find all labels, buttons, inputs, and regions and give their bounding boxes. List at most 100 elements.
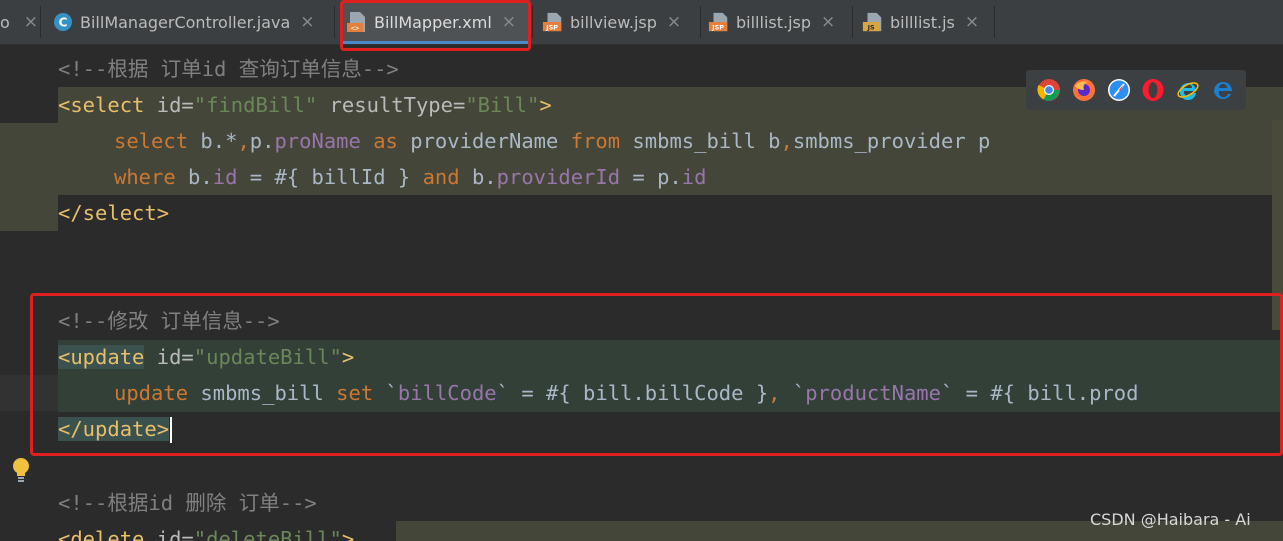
code-line: where b.id = #{ billId } and b.providerI… — [114, 159, 706, 195]
java-class-icon: C — [52, 11, 74, 33]
opera-icon[interactable] — [1141, 78, 1165, 102]
sql-keyword: from — [570, 129, 621, 153]
tab-o[interactable]: o × — [0, 0, 38, 44]
tab-divider — [532, 6, 533, 38]
code-line: </update> — [58, 411, 173, 447]
editor-tab-bar: o × C BillManagerController.java × <> Bi… — [0, 0, 1283, 45]
sql-text: b. — [459, 165, 497, 189]
sql-keyword: where — [114, 165, 176, 189]
xml-value: "deleteBill" — [193, 527, 342, 541]
safari-icon[interactable] — [1107, 78, 1131, 102]
code-line: select b.*,p.proName as providerName fro… — [114, 123, 990, 159]
sql-text: smbms_provider p — [792, 129, 991, 153]
sql-field: providerId — [496, 165, 621, 189]
text-cursor — [170, 417, 173, 443]
jsp-file-icon: JSP — [542, 11, 564, 33]
tab-label: BillMapper.xml — [374, 12, 492, 32]
sql-field: proName — [274, 129, 361, 153]
lightbulb-icon[interactable] — [10, 457, 32, 487]
sql-punct: , — [768, 381, 781, 405]
svg-text:JS: JS — [867, 23, 875, 31]
close-icon[interactable]: × — [24, 12, 38, 32]
tab-billlist-jsp[interactable]: JSP billlist.jsp × — [708, 0, 852, 44]
sql-text: smbms_bill — [188, 381, 337, 405]
code-line: <update id="updateBill"> — [58, 339, 354, 375]
active-tab-indicator — [342, 41, 530, 44]
sql-text: b.* — [188, 129, 238, 153]
close-icon[interactable]: × — [502, 12, 516, 32]
xml-value: "findBill" — [193, 93, 318, 117]
sql-keyword: set — [336, 381, 374, 405]
edge-icon[interactable] — [1211, 78, 1235, 102]
xml-tag: <update — [58, 345, 145, 369]
xml-value: "updateBill" — [193, 345, 342, 369]
svg-text:JSP: JSP — [545, 23, 558, 31]
tab-label: BillManagerController.java — [80, 12, 291, 32]
tab-billmanagercontroller[interactable]: C BillManagerController.java × — [52, 0, 332, 44]
svg-text:JSP: JSP — [711, 23, 724, 31]
xml-tag: <select — [58, 93, 145, 117]
sql-text: p. — [249, 129, 275, 153]
close-icon[interactable]: × — [300, 12, 314, 32]
sql-text: smbms_bill b — [620, 129, 781, 153]
code-line: <!--根据 订单id 查询订单信息--> — [58, 57, 399, 81]
sql-text: providerName — [397, 129, 571, 153]
close-icon[interactable]: × — [667, 12, 681, 32]
xml-tag: > — [341, 527, 355, 541]
sql-punct: , — [237, 129, 250, 153]
gutter-highlight — [0, 123, 58, 231]
tab-divider — [852, 6, 853, 38]
scrollbar-marker[interactable] — [1272, 120, 1283, 330]
tab-label: o — [0, 12, 10, 32]
code-line: <!--根据id 删除 订单--> — [58, 491, 317, 515]
xml-tag: > — [539, 93, 552, 117]
sql-text: ` — [373, 381, 398, 405]
sql-text: ` = #{ bill.billCode } — [496, 381, 769, 405]
sql-text: ` — [780, 381, 806, 405]
sql-keyword: and — [422, 165, 460, 189]
close-icon[interactable]: × — [821, 12, 835, 32]
xml-file-icon: <> — [346, 11, 368, 33]
sql-field: id — [681, 165, 707, 189]
sql-keyword: update — [114, 381, 189, 405]
xml-tag: > — [341, 345, 355, 369]
xml-attr: resultType= — [317, 93, 466, 117]
sql-field: productName — [805, 381, 941, 405]
sql-keyword: select — [114, 129, 189, 153]
xml-attr: id= — [144, 93, 194, 117]
tab-label: billlist.jsp — [736, 12, 812, 32]
code-editor[interactable]: <!--根据 订单id 查询订单信息--> <select id="findBi… — [0, 45, 1283, 541]
code-line: <select id="findBill" resultType="Bill"> — [58, 87, 552, 123]
xml-tag: </update> — [58, 417, 170, 441]
code-line: <delete id="deleteBill"> — [58, 521, 354, 541]
tab-billview[interactable]: JSP billview.jsp × — [542, 0, 698, 44]
sql-text: b. — [175, 165, 213, 189]
tab-divider — [40, 6, 41, 38]
code-line: <!--修改 订单信息--> — [58, 309, 280, 333]
watermark-text: CSDN @Haibara - Ai — [1090, 510, 1251, 529]
firefox-icon[interactable] — [1072, 78, 1096, 102]
sql-text: = p. — [620, 165, 682, 189]
sql-field: id — [212, 165, 238, 189]
browser-preview-toolbar — [1026, 70, 1246, 110]
xml-attr: id= — [144, 345, 194, 369]
sql-text: = #{ billId } — [237, 165, 423, 189]
tab-billlist-js[interactable]: JS billlist.js × — [862, 0, 992, 44]
sql-field: billCode — [397, 381, 497, 405]
tab-billmapper[interactable]: <> BillMapper.xml × — [342, 0, 530, 44]
sql-punct: , — [780, 129, 793, 153]
js-file-icon: JS — [862, 11, 884, 33]
close-icon[interactable]: × — [965, 12, 979, 32]
ie-icon[interactable] — [1176, 78, 1200, 102]
tab-divider — [994, 6, 995, 38]
xml-tag: <delete — [58, 527, 145, 541]
tab-label: billview.jsp — [570, 12, 657, 32]
tab-divider — [700, 6, 701, 38]
xml-attr: id= — [144, 527, 194, 541]
chrome-icon[interactable] — [1037, 78, 1061, 102]
code-line: </select> — [58, 201, 170, 225]
svg-text:C: C — [59, 16, 68, 30]
xml-value: "Bill" — [465, 93, 540, 117]
jsp-file-icon: JSP — [708, 11, 730, 33]
tab-label: billlist.js — [890, 12, 955, 32]
